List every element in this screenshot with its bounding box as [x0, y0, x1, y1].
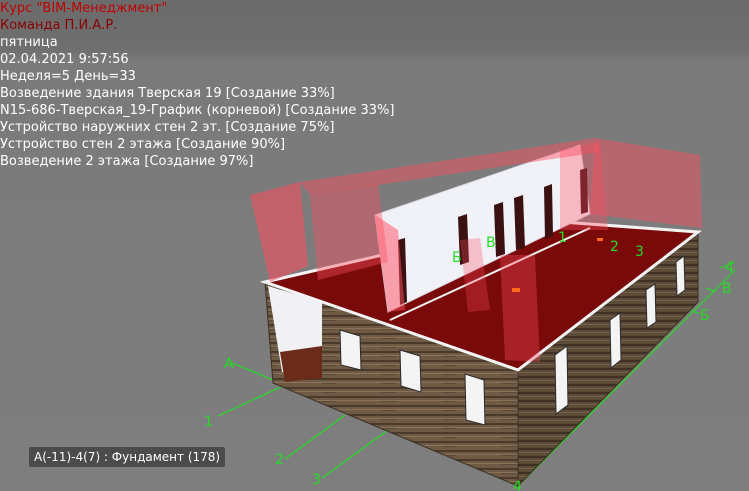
- far-label-1: 1: [558, 230, 567, 246]
- team-name: Команда П.И.А.Р.: [0, 18, 118, 33]
- marker: [597, 238, 603, 241]
- right-label-v: В: [722, 281, 732, 297]
- far-label-3: 3: [635, 244, 644, 260]
- axis-label-1: 1: [204, 414, 213, 430]
- task-line: N15-686-Тверская_19-График (корневой) [С…: [0, 103, 395, 118]
- left-room-floor: [280, 346, 322, 382]
- weekday: пятница: [0, 35, 58, 50]
- week-day-counter: Неделя=5 День=33: [0, 69, 136, 84]
- axis-label-3: 3: [312, 472, 321, 488]
- axis-label-2: 2: [275, 452, 284, 468]
- far-label-v: В: [486, 235, 496, 251]
- hud-overlay: Курс "BIM-Менеджмент" Команда П.И.А.Р. п…: [0, 0, 420, 170]
- task-line: Возведение здания Тверская 19 [Создание …: [0, 86, 335, 101]
- far-label-2: 2: [610, 239, 619, 255]
- right-label-b: Б: [700, 308, 710, 324]
- element-tooltip: А(-11)-4(7) : Фундамент (178): [29, 447, 226, 467]
- axis-label-a: А: [224, 356, 234, 372]
- far-label-b: Б: [452, 250, 462, 266]
- task-line: Устройство стен 2 этажа [Создание 90%]: [0, 137, 286, 152]
- 3d-viewport[interactable]: А 1 2 3 Б В 1 2 3 4 В Б 4 Курс "BIM-Мене…: [0, 0, 749, 491]
- datetime: 02.04.2021 9:57:56: [0, 52, 129, 67]
- course-title: Курс "BIM-Менеджмент": [0, 1, 168, 16]
- task-line: Возведение 2 этажа [Создание 97%]: [0, 154, 254, 169]
- bottom-label-4: 4: [513, 479, 522, 491]
- marker: [512, 288, 520, 292]
- task-line: Устройство наружних стен 2 эт. [Создание…: [0, 120, 335, 135]
- right-label-4: 4: [725, 260, 734, 276]
